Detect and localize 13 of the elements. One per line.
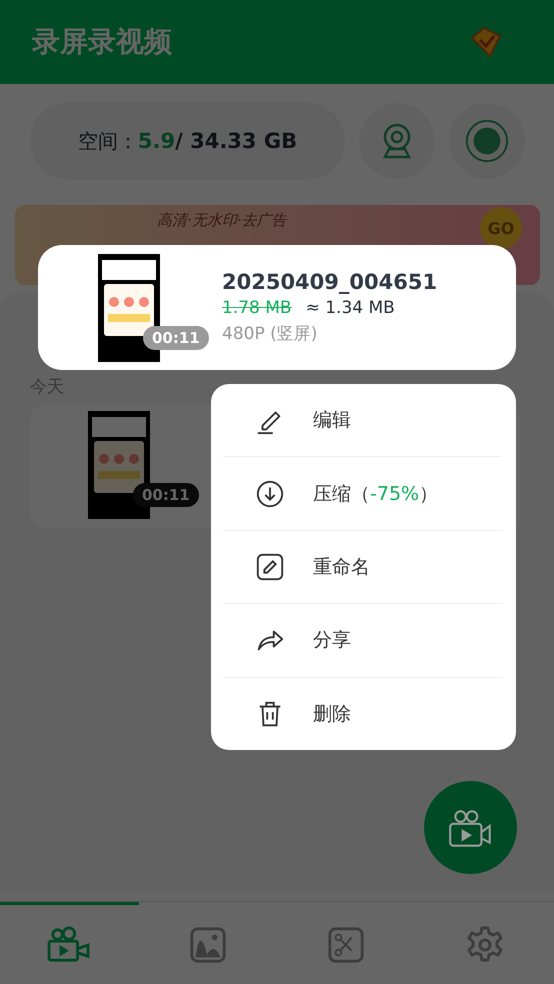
- menu-label: 编辑: [313, 408, 351, 434]
- duration-badge: 00:11: [133, 483, 199, 507]
- resolution-text: 480P (竖屏): [222, 323, 318, 345]
- menu-label: 删除: [313, 702, 351, 727]
- compressed-size: ≈ 1.34 MB: [306, 298, 395, 318]
- storage-text: 空间：5.9/ 34.33 GB: [78, 128, 298, 154]
- duration-badge: 00:11: [143, 326, 209, 350]
- original-size: 1.78 MB: [222, 298, 292, 318]
- app-title: 录屏录视频: [32, 24, 172, 60]
- menu-label: 重命名: [313, 555, 370, 580]
- menu-label: 分享: [313, 628, 351, 654]
- file-name: 20250409_004651: [222, 270, 438, 294]
- menu-label: 压缩（-75%）: [313, 482, 438, 507]
